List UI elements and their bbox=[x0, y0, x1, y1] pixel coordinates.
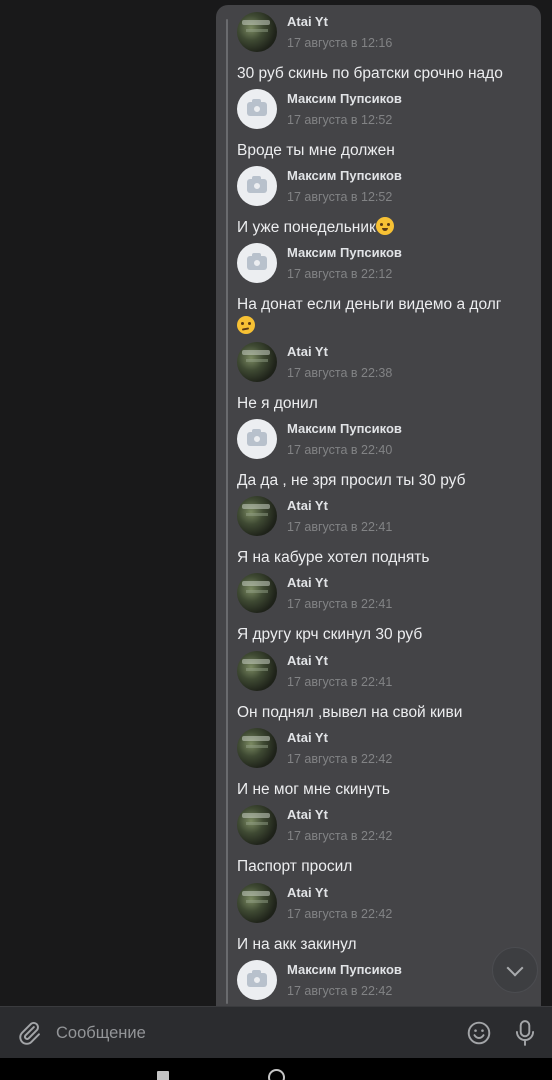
forwarded-message[interactable]: Максим Пупсиков 17 августа в 22:40 Да да… bbox=[237, 419, 532, 492]
sender-name[interactable]: Atai Yt bbox=[287, 885, 328, 900]
avatar-camera-icon[interactable] bbox=[237, 419, 277, 459]
sender-name[interactable]: Atai Yt bbox=[287, 653, 328, 668]
message-time: 17 августа в 22:41 bbox=[287, 520, 393, 534]
message-time: 17 августа в 22:41 bbox=[287, 675, 393, 689]
avatar[interactable] bbox=[237, 342, 277, 382]
upside-down-face-emoji bbox=[375, 217, 394, 235]
paperclip-icon[interactable] bbox=[16, 1020, 42, 1046]
forwarded-message[interactable]: Atai Yt 17 августа в 22:42 Паспорт проси… bbox=[237, 805, 532, 878]
avatar[interactable] bbox=[237, 728, 277, 768]
message-text: И уже понедельник bbox=[237, 217, 532, 239]
message-text: Я на кабуре хотел поднять bbox=[237, 549, 430, 566]
avatar[interactable] bbox=[237, 651, 277, 691]
system-navigation-bar bbox=[0, 1058, 552, 1080]
forwarded-message[interactable]: Максим Пупсиков 17 августа в 22:12 На до… bbox=[237, 243, 532, 338]
forwarded-message[interactable]: Atai Yt 17 августа в 22:42 И на акк заки… bbox=[237, 883, 532, 956]
message-time: 17 августа в 22:42 bbox=[287, 829, 393, 843]
message-text: На донат если деньги видемо а долг bbox=[237, 294, 532, 338]
sender-name[interactable]: Максим Пупсиков bbox=[287, 91, 402, 106]
forwarded-message[interactable]: Максим Пупсиков 17 августа в 12:52 И уже… bbox=[237, 166, 532, 239]
message-input[interactable] bbox=[56, 1020, 436, 1046]
forwarded-message[interactable]: Atai Yt 17 августа в 22:38 Не я донил bbox=[237, 342, 532, 415]
message-time: 17 августа в 22:41 bbox=[287, 597, 393, 611]
forwarded-message[interactable]: Atai Yt 17 августа в 22:41 Я другу крч с… bbox=[237, 573, 532, 646]
sender-name[interactable]: Atai Yt bbox=[287, 575, 328, 590]
message-text: Не я донил bbox=[237, 395, 318, 412]
microphone-icon[interactable] bbox=[512, 1019, 538, 1047]
message-text: Он поднял ,вывел на свой киви bbox=[237, 704, 463, 721]
forwarded-message[interactable]: Atai Yt 17 августа в 22:41 Я на кабуре х… bbox=[237, 496, 532, 569]
home-button[interactable] bbox=[268, 1069, 285, 1080]
forwarded-message[interactable]: Atai Yt 17 августа в 22:41 Он поднял ,вы… bbox=[237, 651, 532, 724]
thinking-face-emoji bbox=[237, 316, 255, 334]
message-text: Да да , не зря просил ты 30 руб bbox=[237, 472, 466, 489]
message-time: 17 августа в 22:12 bbox=[287, 267, 393, 281]
scroll-to-bottom-button[interactable] bbox=[492, 947, 538, 993]
avatar[interactable] bbox=[237, 12, 277, 52]
forwarded-message[interactable]: Максим Пупсиков 17 августа в 12:52 Вроде… bbox=[237, 89, 532, 162]
sender-name[interactable]: Atai Yt bbox=[287, 14, 328, 29]
sender-name[interactable]: Atai Yt bbox=[287, 807, 328, 822]
avatar[interactable] bbox=[237, 883, 277, 923]
message-time: 17 августа в 12:16 bbox=[287, 36, 393, 50]
message-text: Паспорт просил bbox=[237, 858, 353, 875]
sender-name[interactable]: Максим Пупсиков bbox=[287, 421, 402, 436]
avatar-camera-icon[interactable] bbox=[237, 166, 277, 206]
sender-name[interactable]: Atai Yt bbox=[287, 344, 328, 359]
forwarded-messages-bubble: Atai Yt 17 августа в 12:16 30 руб скинь … bbox=[216, 5, 541, 1008]
message-time: 17 августа в 22:42 bbox=[287, 907, 393, 921]
sender-name[interactable]: Максим Пупсиков bbox=[287, 962, 402, 977]
message-composer bbox=[0, 1006, 552, 1058]
avatar-camera-icon[interactable] bbox=[237, 89, 277, 129]
message-text: И на акк закинул bbox=[237, 936, 357, 953]
avatar-camera-icon[interactable] bbox=[237, 960, 277, 1000]
chevron-down-icon bbox=[506, 959, 524, 977]
message-text: И не мог мне скинуть bbox=[237, 781, 390, 798]
smile-icon[interactable] bbox=[466, 1020, 492, 1046]
message-time: 17 августа в 12:52 bbox=[287, 190, 393, 204]
avatar-camera-icon[interactable] bbox=[237, 243, 277, 283]
message-time: 17 августа в 22:42 bbox=[287, 984, 393, 998]
avatar[interactable] bbox=[237, 496, 277, 536]
sender-name[interactable]: Максим Пупсиков bbox=[287, 168, 402, 183]
forward-indicator-line bbox=[226, 19, 228, 1004]
message-time: 17 августа в 22:42 bbox=[287, 752, 393, 766]
message-text: Я другу крч скинул 30 руб bbox=[237, 626, 423, 643]
forwarded-message[interactable]: Atai Yt 17 августа в 12:16 30 руб скинь … bbox=[237, 12, 532, 85]
forwarded-message[interactable]: Максим Пупсиков 17 августа в 22:42 bbox=[237, 960, 532, 1002]
sender-name[interactable]: Atai Yt bbox=[287, 730, 328, 745]
forwarded-message[interactable]: Atai Yt 17 августа в 22:42 И не мог мне … bbox=[237, 728, 532, 801]
sender-name[interactable]: Atai Yt bbox=[287, 498, 328, 513]
avatar[interactable] bbox=[237, 573, 277, 613]
message-text: 30 руб скинь по братски срочно надо bbox=[237, 65, 503, 82]
message-time: 17 августа в 22:40 bbox=[287, 443, 393, 457]
recent-apps-button[interactable] bbox=[157, 1071, 169, 1080]
message-time: 17 августа в 22:38 bbox=[287, 366, 393, 380]
message-text: Вроде ты мне должен bbox=[237, 142, 395, 159]
message-time: 17 августа в 12:52 bbox=[287, 113, 393, 127]
avatar[interactable] bbox=[237, 805, 277, 845]
sender-name[interactable]: Максим Пупсиков bbox=[287, 245, 402, 260]
